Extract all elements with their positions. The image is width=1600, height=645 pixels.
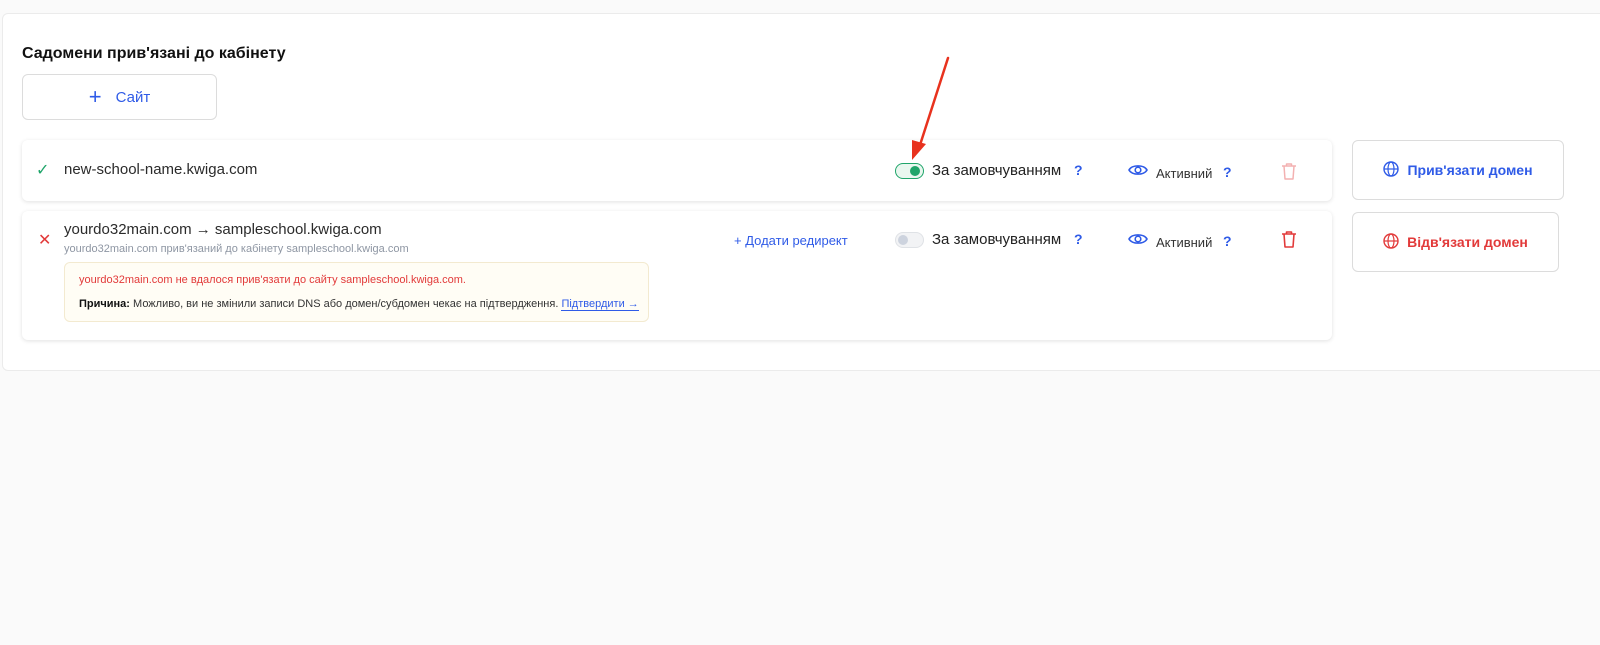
unbind-domain-label: Відв'язати домен [1407, 234, 1528, 250]
section-title: Садомени прив'язані до кабінету [22, 45, 286, 62]
reason-label: Причина: [79, 298, 130, 310]
unbind-domain-button[interactable]: Відв'язати домен [1352, 212, 1559, 272]
default-help-icon[interactable]: ? [1074, 231, 1083, 247]
domain-subtitle: yourdo32main.com прив'язаний до кабінету… [64, 243, 409, 255]
globe-icon [1383, 160, 1400, 180]
trash-icon [1281, 162, 1297, 185]
trash-icon[interactable] [1281, 230, 1297, 253]
default-toggle-label: За замовчуванням [932, 162, 1062, 179]
eye-icon[interactable] [1128, 163, 1148, 182]
active-help-icon[interactable]: ? [1223, 164, 1232, 180]
source-domain: yourdo32main.com [64, 221, 192, 238]
add-redirect-link[interactable]: + Додати редирект [734, 233, 848, 248]
default-toggle[interactable] [895, 163, 924, 179]
bind-domain-label: Прив'язати домен [1407, 162, 1533, 178]
active-help-icon[interactable]: ? [1223, 233, 1232, 249]
domain-row: ✕ yourdo32main.com → sampleschool.kwiga.… [22, 211, 1332, 340]
domain-mapping: yourdo32main.com → sampleschool.kwiga.co… [64, 221, 382, 238]
target-domain: sampleschool.kwiga.com [214, 221, 382, 238]
add-site-button[interactable]: + Сайт [22, 74, 217, 120]
error-notice: yourdo32main.com не вдалося прив'язати д… [64, 262, 649, 322]
domain-row: ✓ new-school-name.kwiga.com За замовчува… [22, 140, 1332, 201]
mapping-arrow: → [195, 221, 211, 238]
plus-icon: + [88, 84, 102, 109]
default-toggle[interactable] [895, 232, 924, 248]
active-label: Активний [1156, 235, 1213, 250]
domain-name: new-school-name.kwiga.com [64, 161, 258, 178]
cross-icon: ✕ [38, 232, 52, 249]
error-reason: Причина: Можливо, ви не змінили записи D… [79, 298, 639, 311]
reason-text: Можливо, ви не змінили записи DNS або до… [133, 298, 559, 310]
active-label: Активний [1156, 166, 1213, 181]
globe-icon [1383, 232, 1399, 252]
add-site-label: Сайт [115, 88, 151, 106]
bind-domain-button[interactable]: Прив'язати домен [1352, 140, 1564, 200]
default-help-icon[interactable]: ? [1074, 162, 1083, 178]
default-toggle-label: За замовчуванням [932, 231, 1062, 248]
eye-icon[interactable] [1128, 232, 1148, 251]
error-message: yourdo32main.com не вдалося прив'язати д… [79, 274, 466, 286]
confirm-link[interactable]: Підтвердити → [561, 298, 639, 311]
check-icon: ✓ [36, 162, 50, 179]
